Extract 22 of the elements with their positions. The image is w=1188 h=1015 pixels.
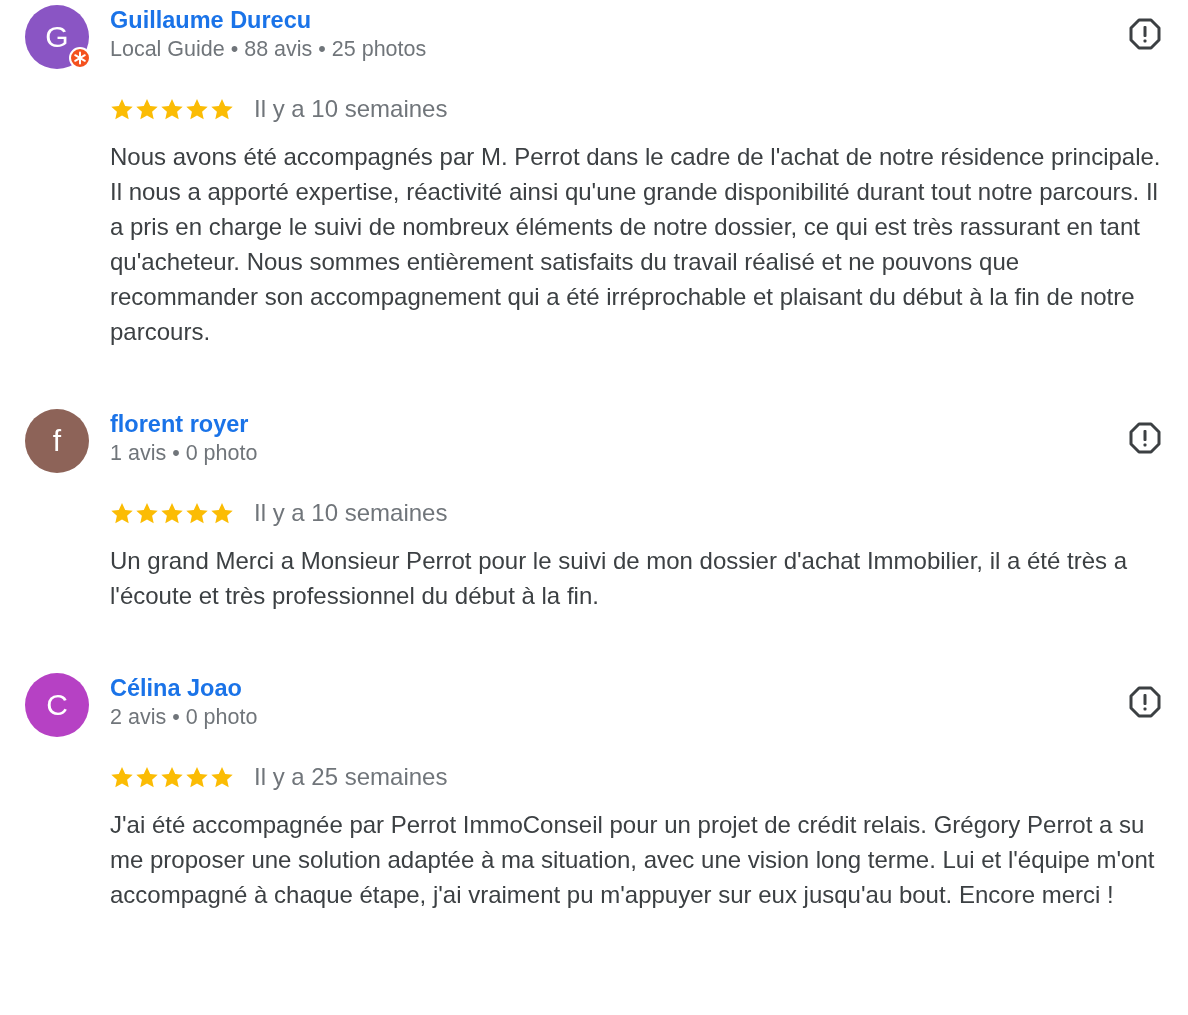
review-text: Nous avons été accompagnés par M. Perrot dans le cadre de l'achat de notre résidence principale. Il nous a apporté expertise, réactivité ainsi qu'une grande disponibilité durant tout notre parcours. Il a pris en charge le suivi de nombreux éléments de notre dossier, ce qui est très rassurant en tant qu'acheteur. Nous sommes entièrement satisfaits du travail réalisé et ne pouvons que recommander son accompagnement qui a été irréprochable et plaisant du début à la fin de notre parcours. (110, 142, 1162, 347)
avatar[interactable]: G (25, 5, 89, 69)
report-icon[interactable] (1128, 17, 1162, 51)
reviewer-stats: 2 avis • 0 photo (110, 704, 258, 731)
avatar-initial: G (45, 20, 69, 54)
avatar[interactable]: f (25, 409, 89, 473)
avatar-initial: C (46, 688, 68, 722)
review-text: Un grand Merci a Monsieur Perrot pour le suivi de mon dossier d'achat Immobilier, il a été très a l'écoute et très professionnel du début à la fin. (110, 546, 1129, 611)
reviewer-stats: 1 avis • 0 photo (110, 440, 258, 467)
local-guide-badge-icon (69, 47, 91, 69)
avatar[interactable]: C (25, 673, 89, 737)
report-icon[interactable] (1128, 685, 1162, 719)
review-text: J'ai été accompagnée par Perrot ImmoConseil pour un projet de crédit relais. Grégory Perrot a su me proposer une solution adaptée à ma situation, avec une vision long terme. Lui et l'équipe m'ont accompagné à chaque étape, j'ai vraiment pu m'appuyer sur eux jusqu'au bout. Encore merci ! (110, 810, 1156, 910)
reviewer-name[interactable]: Célina Joao (110, 673, 258, 703)
reviewer-name[interactable]: Guillaume Durecu (110, 5, 427, 35)
report-icon[interactable] (1128, 421, 1162, 455)
review-date: Il y a 10 semaines (254, 95, 448, 123)
reviewer-stats: Local Guide • 88 avis • 25 photos (110, 36, 427, 63)
review-date: Il y a 25 semaines (254, 763, 448, 791)
review-date: Il y a 10 semaines (254, 499, 448, 527)
avatar-initial: f (52, 424, 62, 458)
reviewer-name[interactable]: florent royer (110, 409, 258, 439)
